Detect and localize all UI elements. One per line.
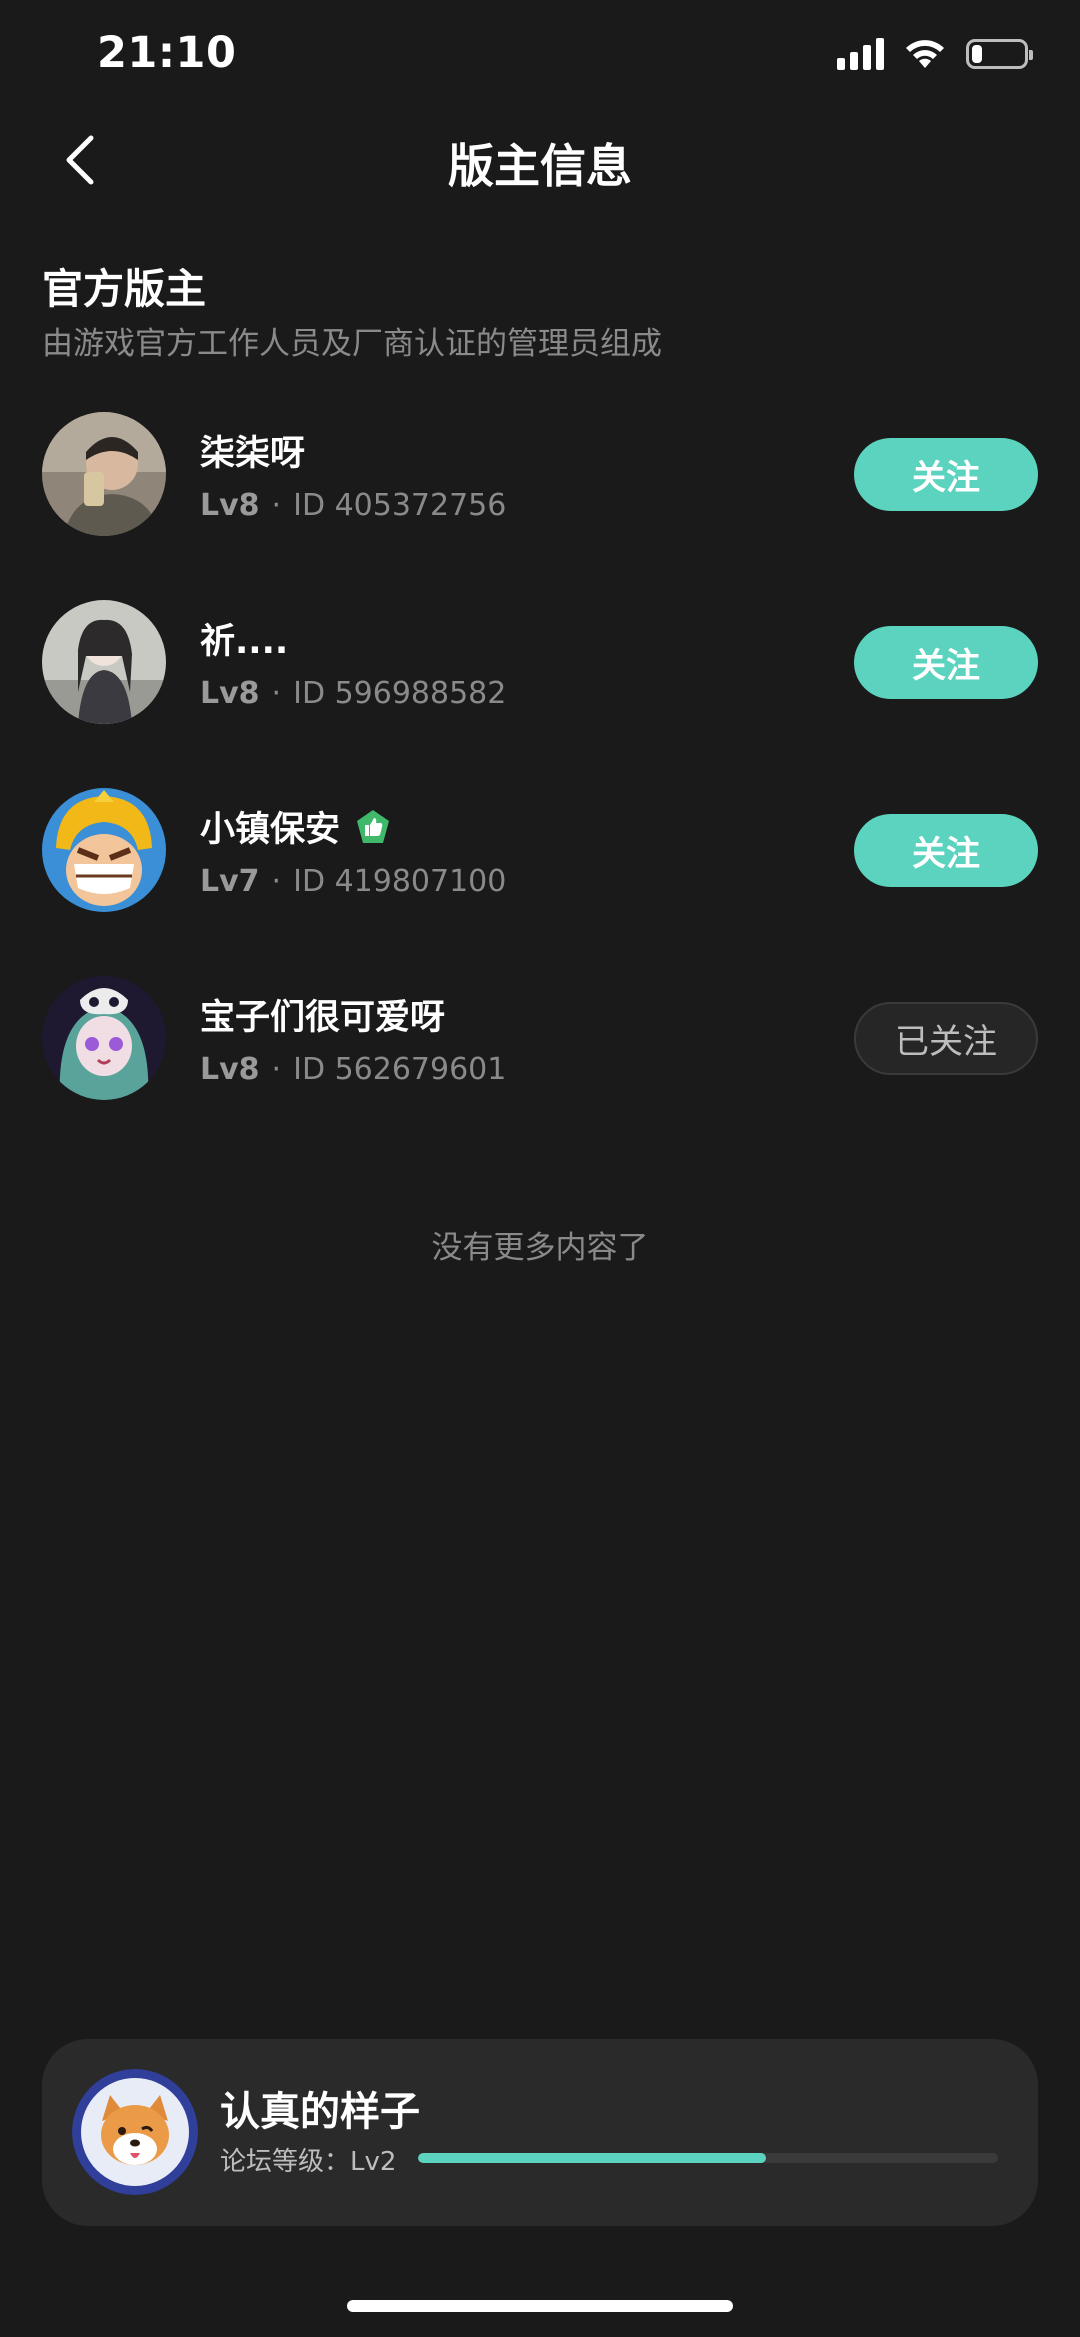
meta-separator: · [271,864,282,899]
section-title: 官方版主 [42,265,206,313]
moderator-meta: Lv7 · ID 419807100 [200,864,506,899]
battery-level [972,45,982,63]
moderator-row[interactable]: 柒柒呀 Lv8 · ID 405372756 关注 [0,400,1080,588]
moderator-id: ID 405372756 [293,488,507,523]
thumbs-up-badge-icon [357,809,390,843]
moderator-level: Lv8 [200,488,260,523]
moderator-meta: Lv8 · ID 405372756 [200,488,506,523]
avatar[interactable] [42,788,166,912]
status-bar: 21:10 [0,0,1080,120]
moderator-name-wrap: 宝子们很可爱呀 [200,989,445,1040]
avatar[interactable] [42,600,166,724]
user-level-label: 论坛等级：Lv2 [220,2147,397,2177]
moderator-meta: Lv8 · ID 596988582 [200,676,506,711]
following-button[interactable]: 已关注 [854,1002,1038,1075]
status-icons [837,38,1033,70]
moderator-name[interactable]: 柒柒呀 [200,425,305,476]
moderator-level: Lv8 [200,1052,260,1087]
moderator-level: Lv8 [200,676,260,711]
avatar-image [42,412,166,536]
avatar-image [42,600,166,724]
no-more-content-label: 没有更多内容了 [431,1230,649,1266]
avatar-image [42,976,166,1100]
header: 版主信息 [0,120,1080,200]
meta-separator: · [271,676,282,711]
moderator-row[interactable]: 小镇保安 Lv7 · ID 419807100 关注 [0,776,1080,964]
meta-separator: · [271,488,282,523]
moderator-name[interactable]: 小镇保安 [200,801,340,852]
moderator-name[interactable]: 宝子们很可爱呀 [200,989,445,1040]
wifi-icon [906,40,944,68]
user-name: 认真的样子 [220,2089,420,2135]
follow-button[interactable]: 关注 [854,814,1038,887]
follow-button[interactable]: 关注 [854,438,1038,511]
moderator-list: 柒柒呀 Lv8 · ID 405372756 关注 祈.... Lv8 · ID… [0,400,1080,1152]
moderator-id: ID 419807100 [293,864,507,899]
moderator-level: Lv7 [200,864,260,899]
moderator-name-wrap: 柒柒呀 [200,425,305,476]
status-time: 21:10 [97,28,237,78]
page-title: 版主信息 [448,139,632,193]
moderator-row[interactable]: 祈.... Lv8 · ID 596988582 关注 [0,588,1080,776]
moderator-row[interactable]: 宝子们很可爱呀 Lv8 · ID 562679601 已关注 [0,964,1080,1152]
avatar[interactable] [42,412,166,536]
section-subtitle: 由游戏官方工作人员及厂商认证的管理员组成 [42,326,662,362]
current-user-card[interactable]: 认真的样子 论坛等级：Lv2 [42,2039,1038,2226]
level-progress-fill [418,2153,766,2163]
moderator-meta: Lv8 · ID 562679601 [200,1052,506,1087]
user-avatar[interactable] [72,2069,198,2195]
moderator-id: ID 596988582 [293,676,507,711]
follow-button[interactable]: 关注 [854,626,1038,699]
battery-icon [966,39,1033,69]
moderator-name-wrap: 祈.... [200,613,288,664]
screen: 21:10 版主信息 官方版主 由游戏官方工作人员及厂商认证的管理员组成 柒柒呀… [0,0,1080,2337]
home-indicator[interactable] [347,2300,733,2312]
moderator-id: ID 562679601 [293,1052,507,1087]
level-progress-bar [418,2153,998,2163]
cellular-signal-icon [837,38,884,70]
moderator-name-wrap: 小镇保安 [200,801,392,852]
moderator-name[interactable]: 祈.... [200,613,288,664]
avatar-image [42,788,166,912]
avatar-image [72,2069,198,2195]
meta-separator: · [271,1052,282,1087]
avatar[interactable] [42,976,166,1100]
